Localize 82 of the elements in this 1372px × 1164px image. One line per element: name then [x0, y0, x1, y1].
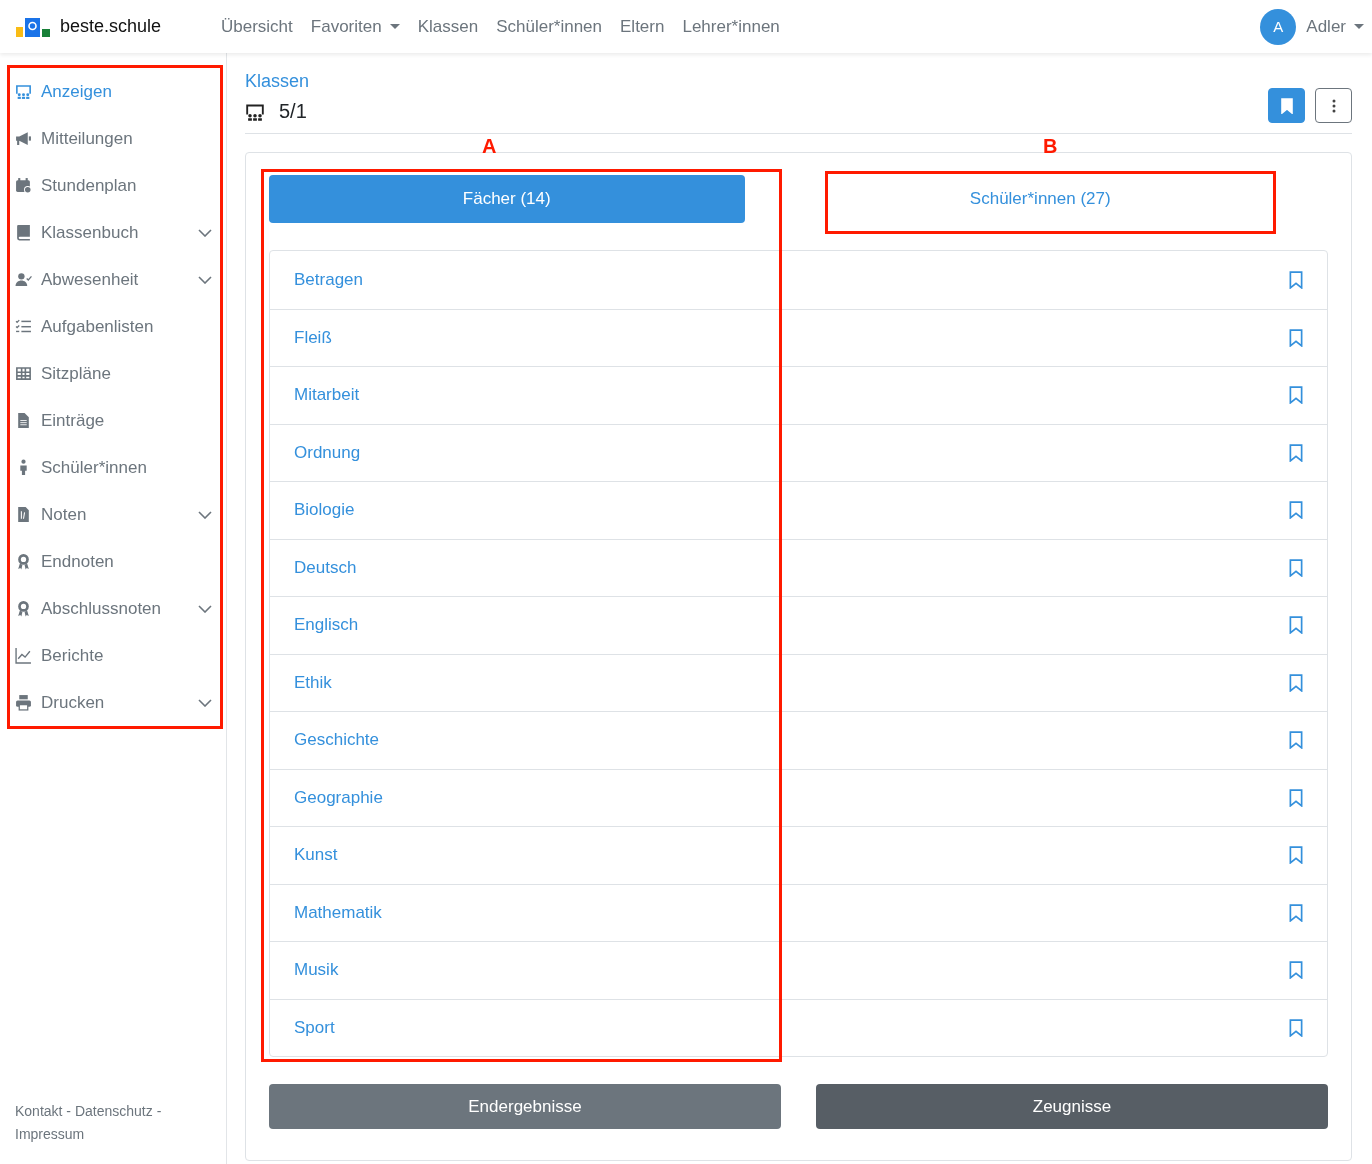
sidebar-item[interactable]: Berichte	[10, 632, 220, 679]
nav-link[interactable]: Übersicht	[221, 16, 293, 37]
subject-link[interactable]: Ethik	[294, 672, 332, 693]
annotation-label: A	[482, 135, 497, 157]
bookmark-icon[interactable]	[1289, 903, 1303, 922]
bookmark-icon[interactable]	[1289, 270, 1303, 289]
sidebar-item[interactable]: Klassenbuch	[10, 209, 220, 256]
subject-link[interactable]: Deutsch	[294, 557, 357, 578]
subject-link[interactable]: Fleiß	[294, 327, 332, 348]
bookmark-icon[interactable]	[1289, 443, 1303, 462]
bookmark-icon[interactable]	[1289, 846, 1303, 865]
grade-sheet-icon	[15, 506, 32, 523]
chevron-down-icon	[198, 510, 212, 519]
bookmark-icon[interactable]	[1289, 328, 1303, 347]
bookmark-icon[interactable]	[1289, 616, 1303, 635]
award-icon	[15, 553, 32, 570]
chevron-down-icon	[198, 228, 212, 237]
user-check-icon	[15, 271, 32, 288]
annotation-label: B	[1043, 135, 1058, 157]
subject-link[interactable]: Mitarbeit	[294, 385, 360, 406]
page-title: 5/1	[279, 100, 307, 123]
subject-link[interactable]: Sport	[294, 1017, 335, 1038]
document-icon	[15, 412, 32, 429]
sidebar-item[interactable]: Noten	[10, 491, 220, 538]
sidebar-item[interactable]: Aufgabenlisten	[10, 303, 220, 350]
subject-link[interactable]: Geographie	[294, 787, 383, 808]
bookmark-icon[interactable]	[1289, 501, 1303, 520]
bookmark-icon[interactable]	[1289, 788, 1303, 807]
printer-icon	[15, 694, 32, 711]
bookmark-icon[interactable]	[1289, 673, 1303, 692]
vertical-dots-icon	[1331, 98, 1336, 113]
calendar-clock-icon	[15, 177, 32, 194]
nav-link[interactable]: Schüler*innen	[496, 16, 603, 37]
subject-link[interactable]: Betragen	[294, 269, 363, 290]
chevron-down-icon	[198, 275, 212, 284]
chevron-down-icon	[198, 698, 212, 707]
sidebar-item[interactable]: Mitteilungen	[10, 115, 220, 162]
footer-links[interactable]: Kontakt - Datenschutz - Impressum	[15, 1100, 195, 1146]
chevron-down-icon	[198, 604, 212, 613]
logo-icon	[16, 15, 52, 38]
bookmark-icon[interactable]	[1289, 558, 1303, 577]
user-menu[interactable]: Adler	[1306, 16, 1364, 37]
tab[interactable]: Fächer (14)	[269, 175, 745, 223]
sidebar-item[interactable]: Abwesenheit	[10, 256, 220, 303]
brand-name[interactable]: beste.schule	[60, 16, 162, 37]
more-options-button[interactable]	[1315, 88, 1352, 123]
sidebar-item[interactable]: Sitzpläne	[10, 350, 220, 397]
line-chart-icon	[15, 647, 32, 664]
user-avatar[interactable]: A	[1260, 8, 1297, 45]
nav-link[interactable]: Lehrer*innen	[682, 16, 780, 37]
table-icon	[15, 365, 32, 382]
classroom-icon	[15, 83, 32, 100]
subject-link[interactable]: Geschichte	[294, 730, 380, 751]
bookmark-icon[interactable]	[1289, 1018, 1303, 1037]
bookmark-icon	[1280, 97, 1293, 114]
action-button[interactable]: Zeugnisse	[816, 1084, 1328, 1129]
sidebar-item[interactable]: Schüler*innen	[10, 444, 220, 491]
nav-link[interactable]: Klassen	[417, 16, 479, 37]
subject-link[interactable]: Mathematik	[294, 902, 382, 923]
breadcrumb-link[interactable]: Klassen	[245, 71, 310, 91]
action-button[interactable]: Endergebnisse	[269, 1084, 781, 1129]
subject-link[interactable]: Englisch	[294, 615, 359, 636]
book-icon	[15, 224, 32, 241]
checklist-icon	[15, 318, 32, 335]
bookmark-icon[interactable]	[1289, 386, 1303, 405]
subject-link[interactable]: Musik	[294, 960, 339, 981]
sidebar-item[interactable]: Endnoten	[10, 538, 220, 585]
award-icon	[15, 600, 32, 617]
megaphone-icon	[15, 130, 32, 147]
sidebar-item[interactable]: Anzeigen	[10, 68, 220, 115]
bookmark-button[interactable]	[1268, 88, 1305, 123]
sidebar-item[interactable]: Drucken	[10, 679, 220, 726]
bookmark-icon[interactable]	[1289, 961, 1303, 980]
nav-link[interactable]: Eltern	[620, 16, 665, 37]
sidebar-item[interactable]: Einträge	[10, 397, 220, 444]
nav-link[interactable]: Favoriten	[310, 16, 400, 37]
bookmark-icon[interactable]	[1289, 731, 1303, 750]
sidebar-item[interactable]: Abschlussnoten	[10, 585, 220, 632]
subject-link[interactable]: Biologie	[294, 500, 355, 521]
subject-link[interactable]: Kunst	[294, 845, 338, 866]
sidebar-item[interactable]: Stundenplan	[10, 162, 220, 209]
subject-link[interactable]: Ordnung	[294, 442, 361, 463]
